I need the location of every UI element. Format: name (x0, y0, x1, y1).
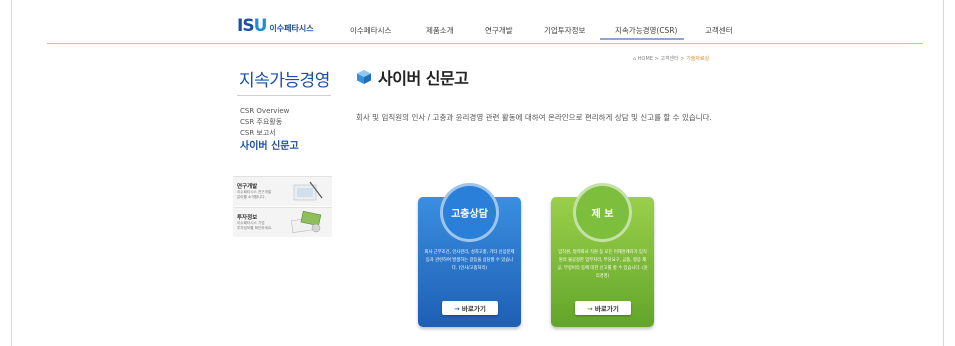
nav-item-investor[interactable]: 기업투자정보 (544, 25, 585, 36)
nav-item-support[interactable]: 고객센터 (705, 25, 733, 36)
arrow-right-icon: → (587, 305, 595, 313)
sidebar-divider (237, 95, 331, 96)
report-title: 제 보 (591, 209, 614, 220)
logo[interactable]: ISU 이수페타시스 (237, 16, 314, 36)
page-frame-left (11, 0, 12, 346)
home-icon: ⌂ (633, 56, 637, 62)
report-card: 제 보 임직원, 협력회사 직원 등 모든 이해관계자가 임직원의 불공정한 업… (551, 183, 654, 327)
sidebar-item-csr-report[interactable]: CSR 보고서 (240, 128, 299, 139)
intro-text: 회사 및 임직원의 인사 / 고충과 윤리경영 관련 활동에 대하여 온라인으로… (356, 113, 712, 122)
counseling-go-button[interactable]: → 바로가기 (442, 301, 498, 315)
counseling-title: 고충상담 (451, 209, 488, 220)
banner-title: 투자정보 (237, 215, 258, 221)
sidebar-item-csr-overview[interactable]: CSR Overview (240, 106, 299, 117)
cube-icon (357, 70, 371, 84)
breadcrumb-home[interactable]: HOME (638, 56, 653, 62)
money-icon (290, 211, 322, 233)
sidebar-banner-invest[interactable]: 투자정보 이수페타시스 기업 투자정보를 확인하세요. (233, 207, 332, 237)
header-divider (47, 43, 923, 44)
nav-item-csr[interactable]: 지속가능경영(CSR) (615, 25, 677, 36)
report-go-button[interactable]: → 바로가기 (575, 301, 631, 315)
sidebar-item-csr-activities[interactable]: CSR 주요활동 (240, 117, 299, 128)
nav-item-rnd[interactable]: 연구개발 (485, 25, 513, 36)
banner-title: 연구개발 (237, 184, 258, 190)
logo-mark: ISU (237, 16, 267, 36)
nav-active-indicator (600, 38, 684, 40)
banner-text: 이수페타시스 기업 투자정보를 확인하세요. (237, 221, 273, 230)
report-description: 임직원, 협력회사 직원 등 모든 이해관계자가 임직원의 불공정한 업무처리,… (557, 250, 648, 279)
counseling-description: 회사 근무조건, 인사관리, 성차고충, 기타 신상문제 등과 관련하여 발생하… (424, 250, 515, 271)
nav-item-company[interactable]: 이수페타시스 (350, 25, 391, 36)
sidebar-banner-rnd[interactable]: 연구개발 이수페타시스 연구개발 분야를 소개합니다. (233, 176, 332, 206)
nav-item-products[interactable]: 제품소개 (426, 25, 454, 36)
report-badge: 제 보 (573, 183, 632, 242)
sidebar-title: 지속가능경영 (239, 71, 330, 91)
breadcrumb: ⌂ HOME > 고객센터 > 기술자료실 (633, 56, 710, 62)
counseling-card: 고충상담 회사 근무조건, 인사관리, 성차고충, 기타 신상문제 등과 관련하… (418, 183, 521, 327)
page-title: 사이버 신문고 (356, 65, 469, 89)
logo-name: 이수페타시스 (269, 24, 314, 33)
book-pen-icon (293, 181, 323, 201)
counseling-badge: 고충상담 (440, 183, 499, 242)
sidebar-item-cyber-sinmungo[interactable]: 사이버 신문고 (240, 139, 299, 155)
page-title-text: 사이버 신문고 (378, 69, 469, 88)
sidebar-menu: CSR Overview CSR 주요활동 CSR 보고서 사이버 신문고 (240, 106, 299, 155)
banner-text: 이수페타시스 연구개발 분야를 소개합니다. (237, 190, 272, 199)
breadcrumb-current: 기술자료실 (686, 56, 710, 62)
page-frame-right (943, 0, 944, 346)
breadcrumb-level1[interactable]: 고객센터 (660, 56, 678, 62)
arrow-right-icon: → (454, 305, 462, 313)
